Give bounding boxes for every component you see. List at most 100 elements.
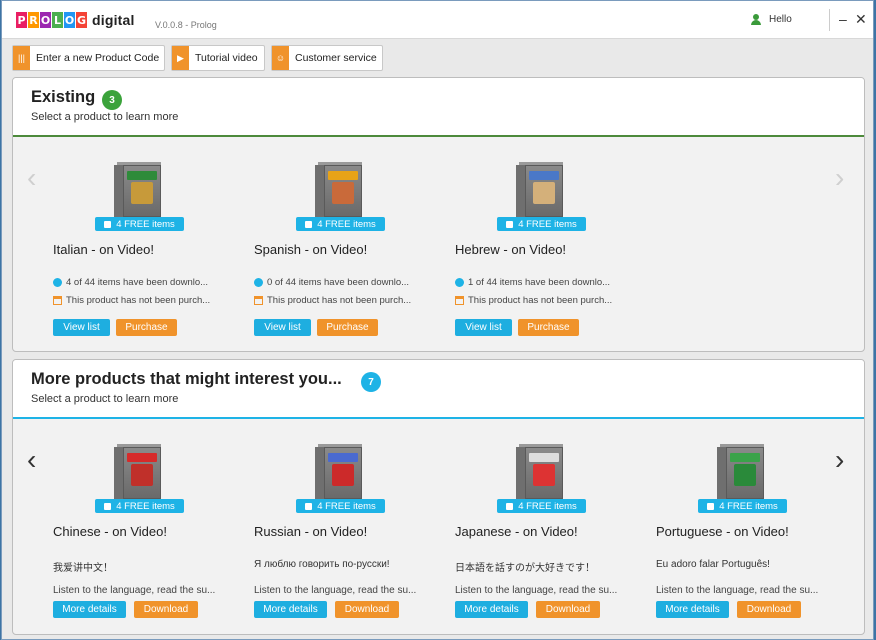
product-box-image[interactable] — [114, 444, 164, 500]
more-details-button[interactable]: More details — [254, 601, 327, 618]
logo-letter: O — [40, 12, 51, 28]
presenter-photo — [734, 464, 756, 486]
free-items-badge: 4 FREE items — [296, 217, 385, 231]
product-name[interactable]: Japanese - on Video! — [455, 524, 578, 539]
close-button[interactable]: ✕ — [855, 11, 867, 27]
product-card[interactable]: 4 FREE items Italian - on Video! 4 of 44… — [53, 162, 238, 347]
free-items-badge: 4 FREE items — [95, 217, 184, 231]
product-card[interactable]: 4 FREE items Portuguese - on Video! Eu a… — [656, 444, 841, 629]
free-items-label: 4 FREE items — [317, 500, 376, 512]
product-card[interactable]: 4 FREE items Russian - on Video! Я люблю… — [254, 444, 439, 629]
product-flag — [730, 453, 760, 462]
product-box-image[interactable] — [114, 162, 164, 218]
product-description: Listen to the language, read the su... — [254, 585, 417, 596]
product-description: Listen to the language, read the su... — [656, 585, 819, 596]
product-quote: 我爱讲中文！ — [53, 563, 113, 574]
minimize-button[interactable]: – — [839, 11, 847, 27]
download-status-text: 1 of 44 items have been downlo... — [468, 277, 611, 288]
download-button[interactable]: Download — [536, 601, 600, 618]
download-status-text: 0 of 44 items have been downlo... — [267, 277, 410, 288]
product-name[interactable]: Russian - on Video! — [254, 524, 367, 539]
user-menu[interactable]: Hello — [751, 14, 792, 25]
product-name[interactable]: Italian - on Video! — [53, 242, 154, 257]
product-flag — [127, 453, 157, 462]
more-header: More products that might interest you...… — [13, 360, 864, 419]
product-card[interactable]: 4 FREE items Japanese - on Video! 日本語を話す… — [455, 444, 640, 629]
free-items-badge: 4 FREE items — [497, 499, 586, 513]
customer-service-button[interactable]: ☺ Customer service — [271, 45, 383, 71]
logo-letter: R — [28, 12, 39, 28]
view-list-button[interactable]: View list — [254, 319, 311, 336]
purchase-status-text: This product has not been purch... — [66, 295, 211, 306]
purchase-status-text: This product has not been purch... — [267, 295, 412, 306]
more-details-button[interactable]: More details — [53, 601, 126, 618]
more-prev-arrow[interactable]: ‹ — [27, 446, 36, 474]
product-name[interactable]: Chinese - on Video! — [53, 524, 167, 539]
free-items-badge: 4 FREE items — [497, 217, 586, 231]
free-items-label: 4 FREE items — [116, 218, 175, 230]
prolog-logo: PROLOG digital — [16, 12, 135, 28]
free-items-label: 4 FREE items — [518, 500, 577, 512]
product-box-image[interactable] — [516, 162, 566, 218]
product-name[interactable]: Portuguese - on Video! — [656, 524, 789, 539]
purchase-button[interactable]: Purchase — [116, 319, 177, 336]
download-button[interactable]: Download — [737, 601, 801, 618]
purchase-status-text: This product has not been purch... — [468, 295, 613, 306]
more-subtitle: Select a product to learn more — [31, 393, 179, 405]
gift-icon — [305, 502, 313, 510]
gift-icon — [305, 220, 313, 228]
existing-header: Existing 3 Select a product to learn mor… — [13, 78, 864, 137]
title-separator — [829, 9, 830, 31]
new-product-code-label: Enter a new Product Code — [36, 52, 160, 64]
logo-letter: G — [76, 12, 87, 28]
download-status: 1 of 44 items have been downlo... — [455, 277, 610, 288]
view-list-button[interactable]: View list — [53, 319, 110, 336]
product-card[interactable]: 4 FREE items Chinese - on Video! 我爱讲中文！ … — [53, 444, 238, 629]
calendar-icon — [254, 296, 263, 305]
free-items-label: 4 FREE items — [116, 500, 175, 512]
product-quote: 日本語を話すのが大好きです！ — [455, 563, 595, 574]
existing-prev-arrow[interactable]: ‹ — [27, 164, 36, 192]
product-flag — [328, 171, 358, 180]
product-box-image[interactable] — [717, 444, 767, 500]
product-card[interactable]: 4 FREE items Hebrew - on Video! 1 of 44 … — [455, 162, 640, 347]
product-flag — [127, 171, 157, 180]
purchase-button[interactable]: Purchase — [518, 319, 579, 336]
logo-letter: P — [16, 12, 27, 28]
download-icon — [455, 278, 464, 287]
free-items-label: 4 FREE items — [518, 218, 577, 230]
more-divider — [13, 417, 864, 419]
product-quote: Eu adoro falar Português! — [656, 559, 770, 570]
existing-title: Existing — [31, 88, 96, 106]
free-items-badge: 4 FREE items — [296, 499, 385, 513]
product-box-image[interactable] — [315, 444, 365, 500]
product-box-image[interactable] — [516, 444, 566, 500]
download-icon — [53, 278, 62, 287]
product-card[interactable]: 4 FREE items Spanish - on Video! 0 of 44… — [254, 162, 439, 347]
product-name[interactable]: Hebrew - on Video! — [455, 242, 566, 257]
view-list-button[interactable]: View list — [455, 319, 512, 336]
purchase-status: This product has not been purch... — [53, 295, 210, 306]
product-name[interactable]: Spanish - on Video! — [254, 242, 367, 257]
presenter-photo — [332, 464, 354, 486]
presenter-photo — [131, 182, 153, 204]
gift-icon — [506, 220, 514, 228]
tutorial-video-button[interactable]: ▶ Tutorial video — [171, 45, 265, 71]
logo-letter: L — [52, 12, 63, 28]
download-status: 0 of 44 items have been downlo... — [254, 277, 409, 288]
download-button[interactable]: Download — [134, 601, 198, 618]
customer-service-label: Customer service — [295, 52, 377, 64]
presenter-photo — [533, 182, 555, 204]
presenter-photo — [332, 182, 354, 204]
more-details-button[interactable]: More details — [455, 601, 528, 618]
download-button[interactable]: Download — [335, 601, 399, 618]
version-label: V.0.0.8 - Prolog — [155, 20, 217, 30]
existing-next-arrow[interactable]: › — [835, 164, 844, 192]
download-icon — [254, 278, 263, 287]
product-box-image[interactable] — [315, 162, 365, 218]
product-flag — [529, 453, 559, 462]
new-product-code-button[interactable]: ||| Enter a new Product Code — [12, 45, 165, 71]
purchase-button[interactable]: Purchase — [317, 319, 378, 336]
gift-icon — [104, 502, 112, 510]
more-details-button[interactable]: More details — [656, 601, 729, 618]
